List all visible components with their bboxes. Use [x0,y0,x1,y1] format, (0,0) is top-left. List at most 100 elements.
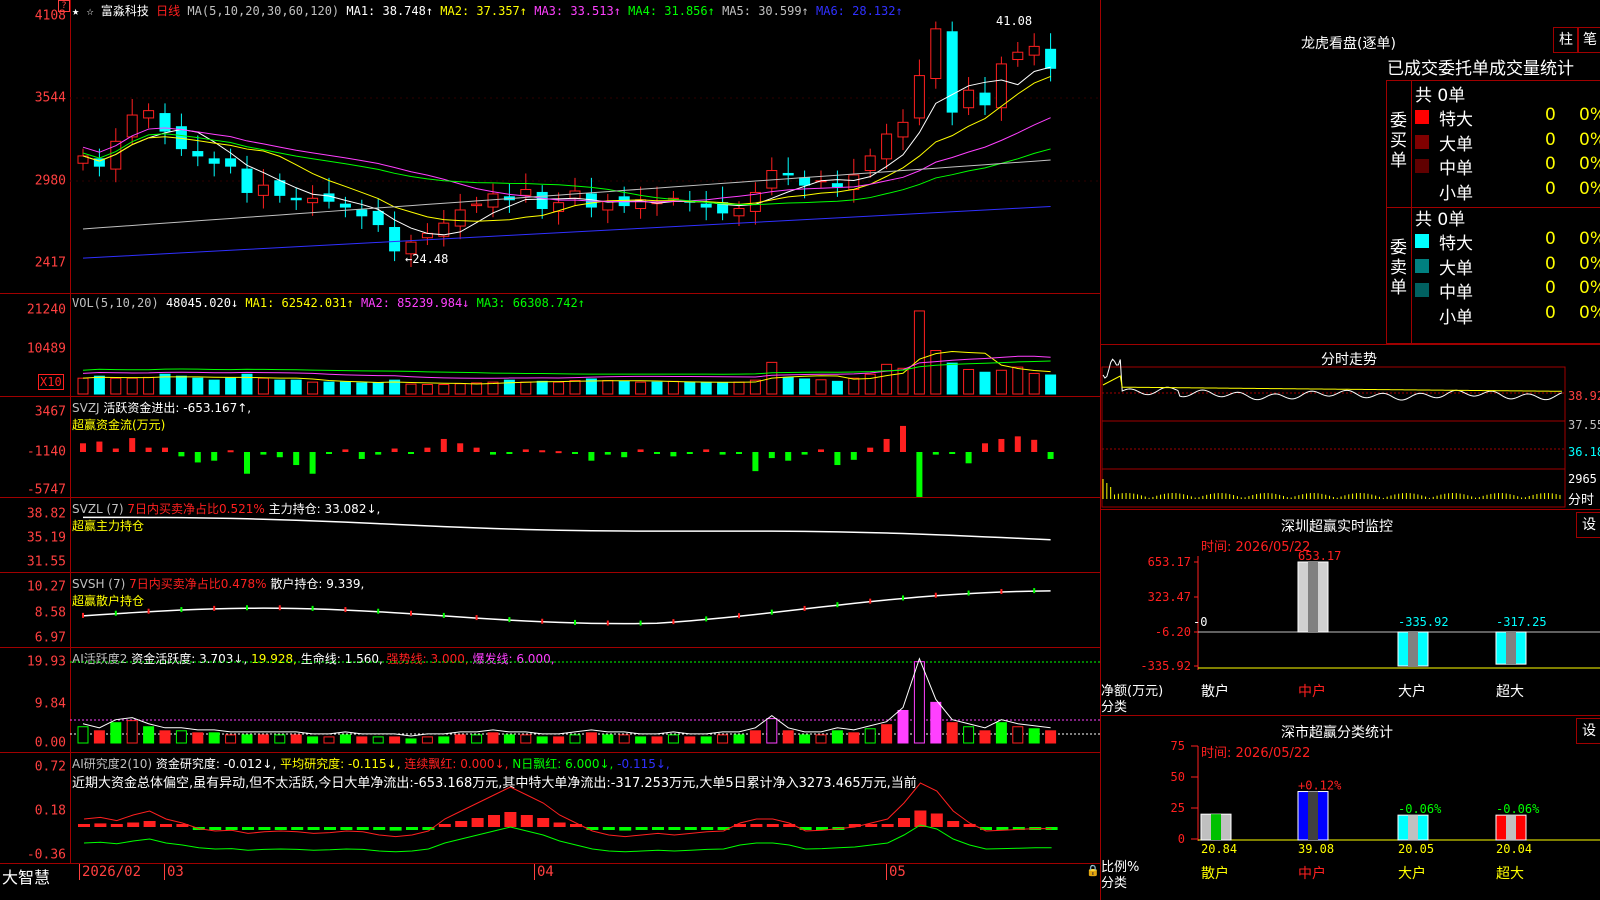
retail-tick [902,595,904,601]
volume-bar [897,367,909,395]
sell-row: 大单 0 0% [1415,253,1600,279]
research-bar [635,827,648,830]
activity-bar [733,734,745,744]
volume-bar [372,382,384,395]
volume-bar [1045,374,1057,395]
buy-row: 中单 0 0% [1415,154,1600,179]
volume-bar [733,381,745,395]
classify-delta-label: +0.12% [1298,779,1342,793]
date-bar[interactable]: 大智慧 2026/02 03 04 05 🔒 [0,864,1100,900]
volume-chart[interactable] [0,294,1100,396]
volume-bar [110,377,122,395]
activity-bar [749,730,761,744]
intraday-tick: 2965 [1568,472,1597,486]
volume-bar [782,376,794,395]
order-percent: 0% [1579,178,1600,199]
activity-bar [356,736,368,744]
color-swatch [1415,258,1429,273]
activity-bar [372,736,384,744]
fund-flow-bar [96,441,103,452]
order-type: 特大 [1439,110,1473,130]
activity-bar [307,736,319,744]
volume-bar [717,382,729,395]
retail-tick [705,616,708,622]
research-bar [356,827,369,830]
volume-bar [881,363,893,395]
avg-price-line [1102,375,1562,392]
order-percent: 0% [1579,229,1600,249]
activity-bar [192,732,204,744]
svzl-panel[interactable]: 38.82 35.19 31.55 SVZL (7) 7日内买卖净占比0.521… [0,498,1100,573]
tick-mode-button[interactable]: 笔 [1577,27,1600,53]
research-bar [471,818,484,827]
activity-bar [454,734,466,744]
monitor-tick: -6.20 [1155,625,1191,639]
volume-bar [257,377,269,395]
fund-flow-bar [670,452,677,457]
volume-bar [1028,372,1040,395]
retail-tick [82,612,84,618]
research-bar [406,827,418,830]
fund-flow-bar [588,452,595,461]
activity-bar [815,734,827,744]
order-type: 小单 [1439,307,1473,328]
candlestick-chart[interactable] [0,0,1100,293]
candle [339,203,351,208]
volume-bar [471,382,483,395]
svsh-chart[interactable] [0,573,1100,647]
research-bar [438,824,451,827]
activity-bar [569,734,581,744]
high-marker: 41.08 [996,14,1033,28]
fund-flow-bar [982,443,988,452]
activity-bar [799,734,811,744]
bar-mode-button[interactable]: 柱 [1553,27,1579,53]
candle [192,151,204,157]
research-bar [701,827,714,830]
svzj-chart[interactable] [0,397,1100,497]
volume-bar [438,384,450,395]
price-panel[interactable]: 4108 3544 2980 2417 ? ★ ☆ 富淼科技 日线 MA(5,1… [0,0,1100,294]
classify-tick: 0 [1178,832,1185,846]
lhb-tabs[interactable]: 已成交委托单成交量统计 [1387,54,1574,79]
research-bar [94,823,107,827]
svzl-chart[interactable] [0,498,1100,572]
candle [864,155,876,172]
svzj-panel[interactable]: 3467 -1140 -5747 SVZJ 活跃资金进出: -653.167↑,… [0,397,1100,498]
activity-bar [274,734,286,744]
order-percent: 0% [1579,253,1600,274]
classify-category: 散户 [1201,865,1229,882]
candle [995,63,1007,109]
volume-bar [848,377,860,395]
ai1-chart[interactable] [0,648,1100,752]
svsh-panel[interactable]: 10.27 8.58 6.97 SVSH (7) 7日内买卖净占比0.478% … [0,573,1100,648]
volume-bar [602,380,614,395]
ai-research-panel[interactable]: 0.72 0.18 -0.36 AI研究度2(10) 资金研究度: -0.012… [0,753,1100,864]
monitor-bar-shade [1506,632,1516,665]
activity-bar [848,732,860,744]
retail-tick [836,602,839,608]
ai2-chart[interactable] [0,753,1100,863]
volume-panel[interactable]: 21240 10489 X10 VOL(5,10,20) 48045.020↓ … [0,294,1100,397]
research-bar [455,821,468,827]
candle [881,133,893,160]
fund-flow-bar [736,452,742,454]
intraday-panel[interactable]: 分时走势 38.92 37.55 36.18 2965 分时 [1101,345,1600,510]
buy-side-label: 委买单 [1390,111,1407,171]
fund-flow-bar [801,452,808,455]
classify-tick: 75 [1171,739,1185,753]
retail-tick [606,620,609,626]
activity-bar [831,730,843,744]
intraday-chart[interactable] [1101,345,1600,509]
order-count: 0 [1545,278,1556,298]
retail-tick [377,608,380,614]
fund-flow-bar [145,447,152,452]
volume-bar [405,383,417,395]
fund-flow-bar [883,438,890,452]
retail-tick [738,613,740,619]
fund-flow-bar [80,443,86,452]
order-percent: 0% [1579,154,1600,174]
ai-activity-panel[interactable]: 19.93 9.84 0.00 AI活跃度2 资金活跃度: 3.703↓, 19… [0,648,1100,753]
fund-flow-bar [654,452,660,454]
activity-bar [1028,728,1040,744]
lock-icon[interactable]: 🔒 [1086,864,1100,877]
